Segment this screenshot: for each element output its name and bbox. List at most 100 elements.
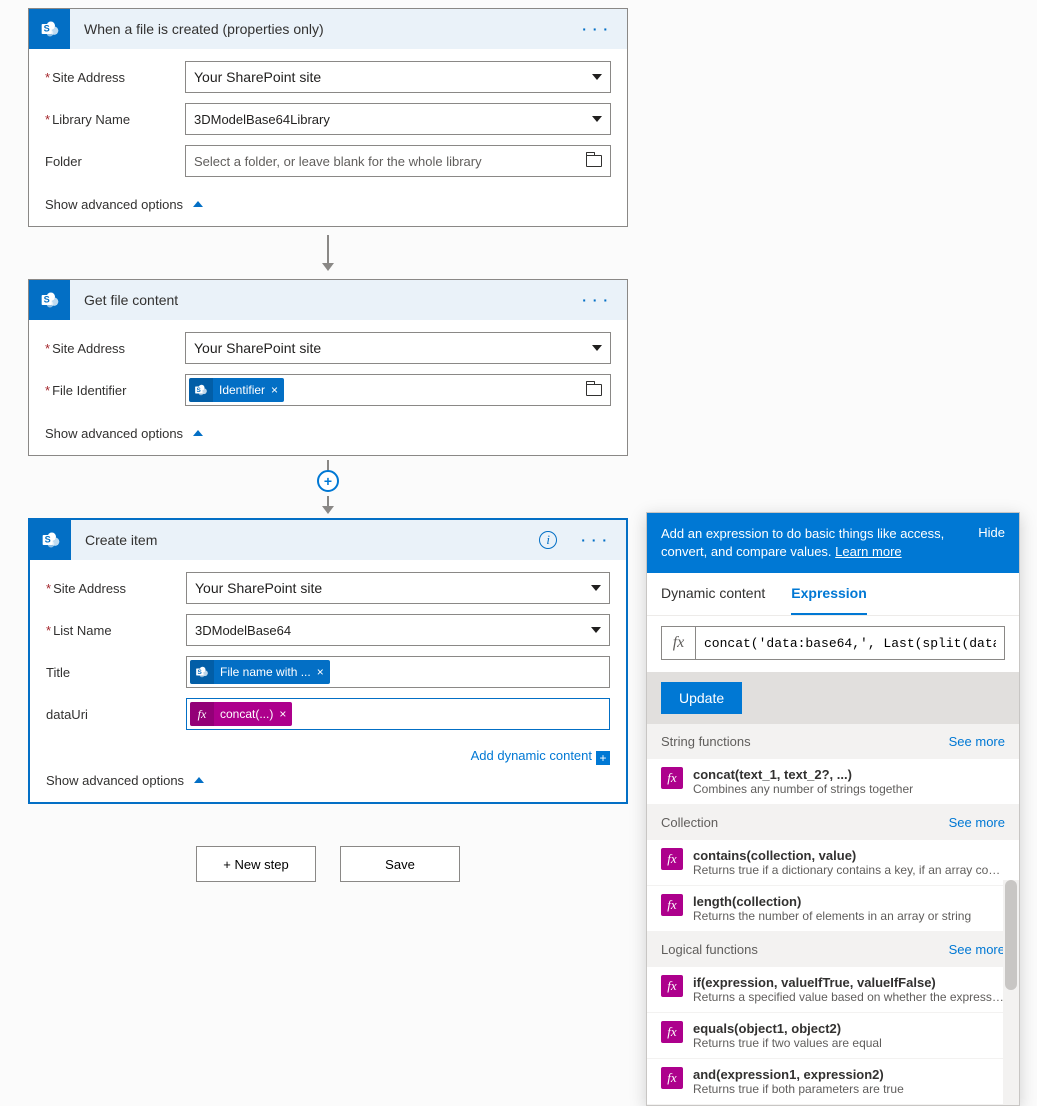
expression-input[interactable] [696,636,1004,651]
datauri-input[interactable]: fx concat(...) × [186,698,610,730]
panel-header-text: Add an expression to do basic things lik… [661,526,944,559]
fn-item[interactable]: fx concat(text_1, text_2?, ...) Combines… [647,759,1019,805]
get-file-content-card: Get file content · · · *Site Address You… [28,279,628,456]
learn-more-link[interactable]: Learn more [835,544,901,559]
trigger-card: When a file is created (properties only)… [28,8,628,227]
chevron-down-icon [592,116,602,122]
fn-signature: if(expression, valueIfTrue, valueIfFalse… [693,975,1005,990]
more-icon[interactable]: · · · [576,17,615,41]
remove-token-icon[interactable]: × [317,665,324,679]
connector-arrow: + [28,456,628,518]
fn-item[interactable]: fx equals(object1, object2) Returns true… [647,1013,1019,1059]
file-identifier-input[interactable]: Identifier × [185,374,611,406]
see-more-link[interactable]: See more [949,734,1005,749]
field-label: Folder [45,154,185,169]
see-more-link[interactable]: See more [949,942,1005,957]
fx-icon: fx [661,767,683,789]
fx-icon: fx [661,1067,683,1089]
tab-expression[interactable]: Expression [791,573,866,615]
fn-section-header: Logical functionsSee more [647,932,1019,967]
sharepoint-icon [29,9,70,49]
field-label: *Library Name [45,112,185,127]
folder-icon[interactable] [586,384,602,396]
expression-panel: Add an expression to do basic things lik… [646,512,1020,1106]
fn-description: Returns true if both parameters are true [693,1082,1005,1096]
site-address-dropdown[interactable]: Your SharePoint site [185,332,611,364]
fx-icon: fx [661,848,683,870]
sharepoint-icon [189,378,213,402]
info-icon[interactable]: i [539,531,557,549]
field-value: 3DModelBase64 [195,623,291,638]
card-title: When a file is created (properties only) [84,21,576,37]
chevron-down-icon [592,74,602,80]
site-address-dropdown[interactable]: Your SharePoint site [185,61,611,93]
field-label: *Site Address [45,70,185,85]
fn-signature: length(collection) [693,894,1005,909]
sharepoint-icon [29,280,70,320]
field-value: Your SharePoint site [194,69,321,85]
fn-signature: concat(text_1, text_2?, ...) [693,767,1005,782]
token-expression[interactable]: fx concat(...) × [190,702,292,726]
save-button[interactable]: Save [340,846,460,882]
see-more-link[interactable]: See more [949,815,1005,830]
chevron-down-icon [591,627,601,633]
fn-description: Returns true if two values are equal [693,1036,1005,1050]
list-name-dropdown[interactable]: 3DModelBase64 [186,614,610,646]
fn-item[interactable]: fx and(expression1, expression2) Returns… [647,1059,1019,1105]
remove-token-icon[interactable]: × [271,383,278,397]
remove-token-icon[interactable]: × [279,707,286,721]
more-icon[interactable]: · · · [576,288,615,312]
fn-section-header: CollectionSee more [647,805,1019,840]
folder-picker[interactable]: Select a folder, or leave blank for the … [185,145,611,177]
fn-item[interactable]: fx length(collection) Returns the number… [647,886,1019,932]
sharepoint-icon [190,660,214,684]
fn-signature: contains(collection, value) [693,848,1005,863]
field-label: *File Identifier [45,383,185,398]
library-name-dropdown[interactable]: 3DModelBase64Library [185,103,611,135]
field-label: *Site Address [45,341,185,356]
fx-icon: fx [661,894,683,916]
token-identifier[interactable]: Identifier × [189,378,284,402]
fn-item[interactable]: fx if(expression, valueIfTrue, valueIfFa… [647,967,1019,1013]
show-advanced-toggle[interactable]: Show advanced options [30,767,626,802]
fn-signature: equals(object1, object2) [693,1021,1005,1036]
token-filename[interactable]: File name with ... × [190,660,330,684]
new-step-button[interactable]: + New step [196,846,316,882]
title-input[interactable]: File name with ... × [186,656,610,688]
create-item-card: Create item i · · · *Site Address Your S… [28,518,628,804]
hide-button[interactable]: Hide [978,525,1005,540]
site-address-dropdown[interactable]: Your SharePoint site [186,572,610,604]
show-advanced-toggle[interactable]: Show advanced options [29,191,627,226]
fx-icon: fx [661,1021,683,1043]
update-button[interactable]: Update [661,682,742,714]
expression-input-row: fx [661,626,1005,660]
chevron-down-icon [591,585,601,591]
card-header[interactable]: Get file content · · · [29,280,627,320]
add-action-button[interactable]: + [317,470,339,492]
fx-icon: fx [190,702,214,726]
field-value: Your SharePoint site [195,580,322,596]
tab-dynamic-content[interactable]: Dynamic content [661,573,765,615]
fn-section-header: String functionsSee more [647,724,1019,759]
chevron-down-icon [592,345,602,351]
fx-icon: fx [662,627,696,659]
field-label: dataUri [46,707,186,722]
fn-description: Combines any number of strings together [693,782,1005,796]
field-value: Your SharePoint site [194,340,321,356]
fn-description: Returns true if a dictionary contains a … [693,863,1005,877]
add-dynamic-content-link[interactable]: Add dynamic content+ [30,744,626,767]
fn-item[interactable]: fx contains(collection, value) Returns t… [647,840,1019,886]
scrollbar[interactable] [1003,880,1019,1105]
field-placeholder: Select a folder, or leave blank for the … [194,154,482,169]
folder-icon[interactable] [586,155,602,167]
more-icon[interactable]: · · · [575,528,614,552]
card-header[interactable]: Create item i · · · [30,520,626,560]
fn-description: Returns the number of elements in an arr… [693,909,1005,923]
sharepoint-icon [30,520,71,560]
card-title: Create item [85,532,539,548]
show-advanced-toggle[interactable]: Show advanced options [29,420,627,455]
fn-signature: and(expression1, expression2) [693,1067,1005,1082]
card-title: Get file content [84,292,576,308]
connector-arrow [28,227,628,279]
card-header[interactable]: When a file is created (properties only)… [29,9,627,49]
